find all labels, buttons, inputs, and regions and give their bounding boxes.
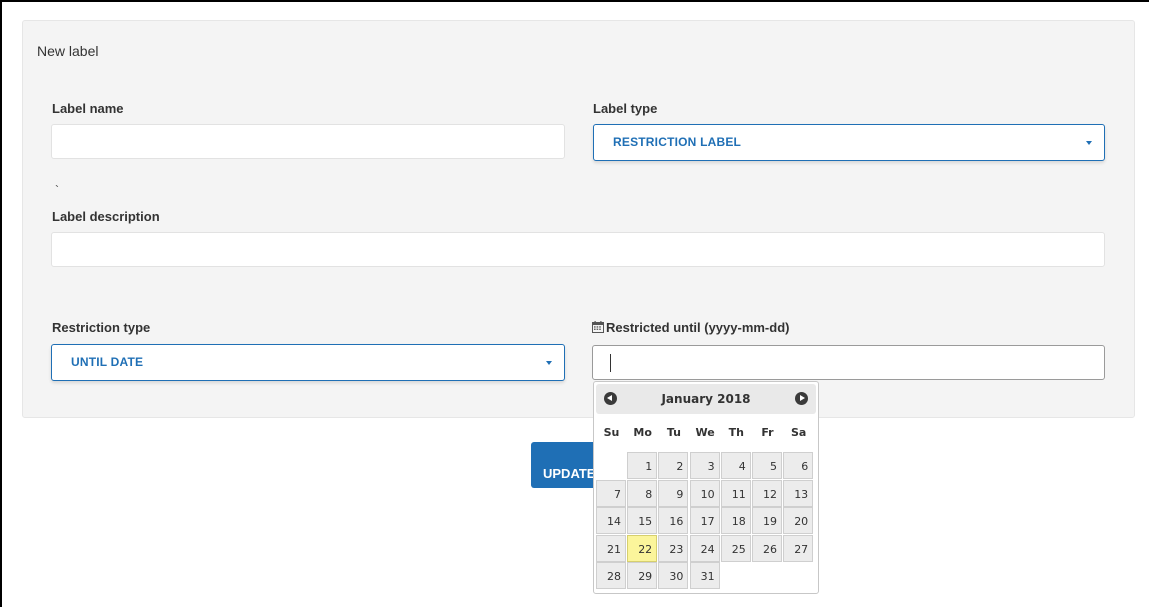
- datepicker-day[interactable]: 6: [783, 452, 814, 479]
- label-description-input[interactable]: [51, 232, 1105, 267]
- restriction-type-label: Restriction type: [52, 320, 151, 335]
- datepicker-day[interactable]: 15: [627, 507, 658, 534]
- text-cursor: [610, 354, 611, 372]
- datepicker-day[interactable]: 11: [720, 479, 751, 507]
- calendar-icon: [592, 321, 604, 333]
- datepicker-day[interactable]: 7: [596, 479, 626, 507]
- datepicker-day[interactable]: 18: [720, 507, 751, 534]
- datepicker-day[interactable]: 1: [627, 452, 658, 479]
- stray-tick-mark: `: [55, 183, 59, 197]
- datepicker-day[interactable]: 20: [783, 507, 814, 534]
- weekday-header: Th: [728, 426, 744, 439]
- restriction-type-value: UNTIL DATE: [71, 355, 144, 369]
- datepicker-header: January 2018: [596, 384, 816, 414]
- label-description-label: Label description: [52, 209, 160, 224]
- datepicker-day[interactable]: 10: [689, 479, 720, 507]
- datepicker-day-grid: 1 2 3 4 5 6 7 8 9 10 11 12 13 14 15 16 17 18 19 20 21 22 23 24 2…: [596, 452, 816, 592]
- datepicker-popup: January 2018 Su Mo Tu We Th Fr Sa 1 2 3 4 5 6 7 8 9 10 1…: [593, 381, 819, 594]
- datepicker-day[interactable]: 4: [720, 452, 751, 479]
- datepicker-day[interactable]: 17: [689, 507, 720, 534]
- label-type-value: RESTRICTION LABEL: [613, 135, 742, 149]
- datepicker-day[interactable]: 27: [783, 534, 814, 562]
- datepicker-day[interactable]: 12: [752, 479, 782, 507]
- restriction-type-select[interactable]: UNTIL DATE: [51, 344, 565, 381]
- datepicker-day[interactable]: 9: [658, 479, 689, 507]
- datepicker-month-title: January 2018: [661, 392, 751, 406]
- weekday-header: Mo: [633, 426, 652, 439]
- datepicker-day[interactable]: 23: [658, 534, 689, 562]
- datepicker-day[interactable]: 3: [689, 452, 720, 479]
- datepicker-day[interactable]: 26: [752, 534, 782, 562]
- datepicker-weekday-row: Su Mo Tu We Th Fr Sa: [596, 426, 816, 442]
- datepicker-day[interactable]: 8: [627, 479, 658, 507]
- panel-title: New label: [37, 43, 99, 59]
- chevron-right-icon[interactable]: [795, 392, 808, 405]
- label-name-label: Label name: [52, 101, 124, 116]
- restricted-until-label: Restricted until (yyyy-mm-dd): [592, 320, 789, 335]
- window-border-left: [0, 0, 2, 607]
- restricted-until-label-text: Restricted until (yyyy-mm-dd): [606, 320, 790, 335]
- label-name-input[interactable]: [51, 124, 565, 159]
- label-type-select[interactable]: RESTRICTION LABEL: [593, 124, 1105, 161]
- datepicker-day[interactable]: 13: [783, 479, 814, 507]
- datepicker-day[interactable]: 24: [689, 534, 720, 562]
- datepicker-day[interactable]: 2: [658, 452, 689, 479]
- weekday-header: Su: [603, 426, 620, 439]
- label-type-label: Label type: [593, 101, 658, 116]
- weekday-header: Tu: [666, 426, 681, 439]
- datepicker-day[interactable]: 29: [627, 562, 658, 589]
- restricted-until-input[interactable]: [592, 345, 1105, 380]
- weekday-header: We: [695, 426, 715, 439]
- datepicker-day[interactable]: 31: [689, 562, 720, 589]
- datepicker-day[interactable]: 14: [596, 507, 626, 534]
- caret-down-icon: [546, 361, 552, 365]
- weekday-header: Sa: [791, 426, 807, 439]
- datepicker-day[interactable]: 30: [658, 562, 689, 589]
- caret-down-icon: [1086, 141, 1092, 145]
- weekday-header: Fr: [761, 426, 774, 439]
- datepicker-day[interactable]: 16: [658, 507, 689, 534]
- datepicker-day[interactable]: 5: [752, 452, 782, 479]
- datepicker-day[interactable]: 25: [720, 534, 751, 562]
- datepicker-day[interactable]: 19: [752, 507, 782, 534]
- datepicker-day[interactable]: 28: [596, 562, 626, 589]
- datepicker-day[interactable]: 21: [596, 534, 626, 562]
- window-border-top: [0, 0, 1149, 2]
- datepicker-day-today[interactable]: 22: [627, 534, 658, 562]
